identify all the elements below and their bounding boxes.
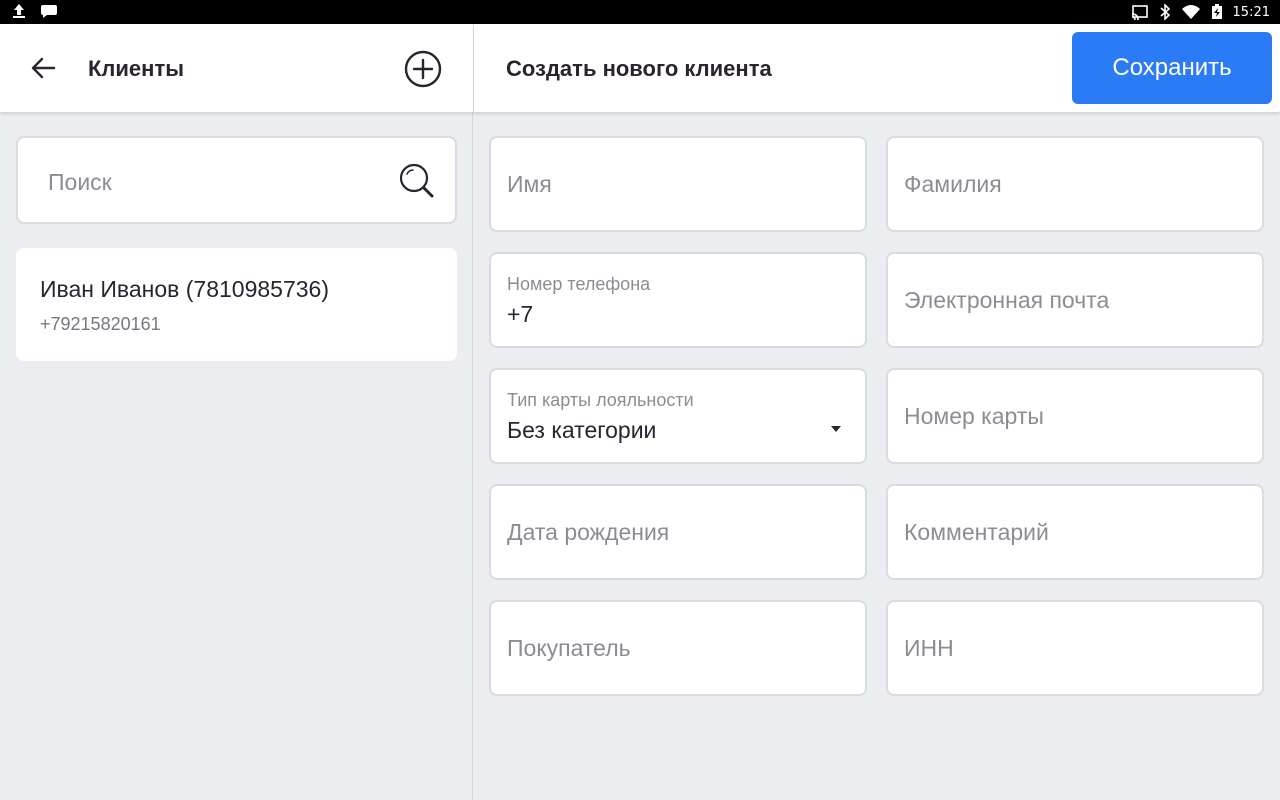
loyalty-type-select[interactable]: Тип карты лояльности Без категории bbox=[489, 368, 867, 464]
birth-date-placeholder: Дата рождения bbox=[507, 519, 670, 545]
email-field[interactable]: Электронная почта bbox=[886, 252, 1264, 348]
first-name-field[interactable]: Имя bbox=[489, 136, 867, 232]
add-client-button[interactable] bbox=[402, 48, 444, 90]
inn-placeholder: ИНН bbox=[904, 635, 954, 661]
clock: 15:21 bbox=[1232, 4, 1270, 20]
inn-field[interactable]: ИНН bbox=[886, 600, 1264, 696]
client-phone: +79215820161 bbox=[40, 314, 161, 334]
last-name-field[interactable]: Фамилия bbox=[886, 136, 1264, 232]
phone-label: Номер телефона bbox=[507, 274, 651, 294]
save-button[interactable]: Сохранить bbox=[1072, 32, 1272, 104]
client-name: Иван Иванов (7810985736) bbox=[40, 276, 329, 302]
comment-placeholder: Комментарий bbox=[904, 519, 1049, 545]
comment-field[interactable]: Комментарий bbox=[886, 484, 1264, 580]
card-number-field[interactable]: Номер карты bbox=[886, 368, 1264, 464]
phone-field[interactable]: Номер телефона +7 bbox=[489, 252, 867, 348]
card-number-placeholder: Номер карты bbox=[904, 403, 1044, 429]
upload-icon bbox=[12, 3, 26, 19]
loyalty-type-value: Без категории bbox=[507, 417, 657, 443]
new-client-form-panel: Создать нового клиента Сохранить Имя Фам… bbox=[474, 24, 1280, 800]
birth-date-field[interactable]: Дата рождения bbox=[489, 484, 867, 580]
page-title: Клиенты bbox=[88, 56, 185, 81]
arrow-left-icon bbox=[31, 57, 56, 79]
plus-circle-icon bbox=[404, 50, 442, 88]
message-icon bbox=[40, 3, 58, 19]
email-placeholder: Электронная почта bbox=[904, 287, 1110, 313]
bluetooth-icon bbox=[1159, 4, 1171, 20]
buyer-placeholder: Покупатель bbox=[507, 635, 631, 661]
loyalty-type-label: Тип карты лояльности bbox=[507, 390, 694, 410]
form-title: Создать нового клиента bbox=[506, 56, 772, 81]
back-button[interactable] bbox=[24, 48, 64, 88]
buyer-field[interactable]: Покупатель bbox=[489, 600, 867, 696]
search-input[interactable] bbox=[48, 166, 378, 198]
clients-header: Клиенты bbox=[0, 24, 473, 112]
battery-charging-icon bbox=[1211, 4, 1223, 20]
dropdown-arrow-icon bbox=[831, 426, 841, 432]
last-name-placeholder: Фамилия bbox=[904, 171, 1002, 197]
cast-icon bbox=[1131, 4, 1149, 20]
search-icon[interactable] bbox=[398, 162, 436, 200]
wifi-icon bbox=[1181, 4, 1201, 20]
client-list-item[interactable]: Иван Иванов (7810985736) +79215820161 bbox=[16, 248, 457, 361]
search-box bbox=[16, 136, 457, 224]
form-header: Создать нового клиента Сохранить bbox=[474, 24, 1280, 112]
first-name-placeholder: Имя bbox=[507, 171, 552, 197]
status-bar: 15:21 bbox=[0, 0, 1280, 24]
phone-value: +7 bbox=[507, 301, 534, 327]
clients-panel: Клиенты Иван Иванов (7810985736) +792158… bbox=[0, 24, 473, 800]
